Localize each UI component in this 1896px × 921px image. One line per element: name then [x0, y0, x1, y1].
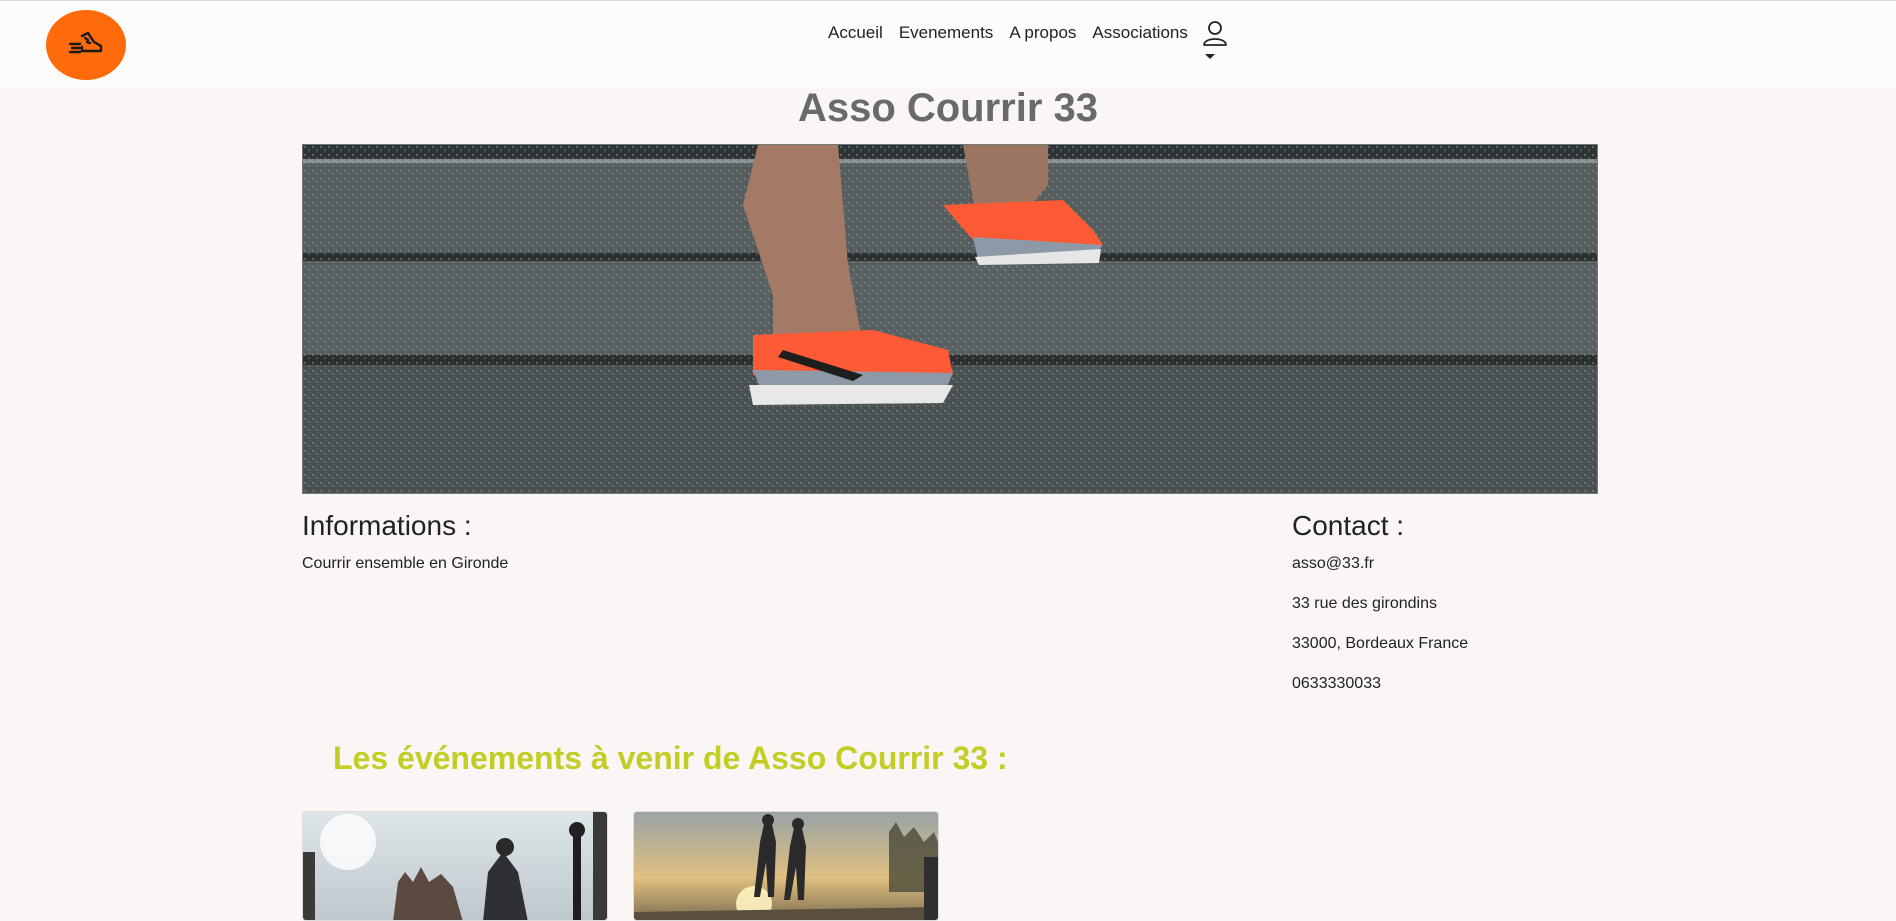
- caret-down-icon: [1205, 54, 1215, 59]
- contact-heading: Contact :: [1292, 510, 1405, 541]
- event-card[interactable]: [302, 811, 608, 921]
- contact-city: 33000, Bordeaux France: [1292, 635, 1469, 652]
- informations-text: Courrir ensemble en Gironde: [302, 555, 509, 572]
- nav-a-propos[interactable]: A propos: [1001, 23, 1084, 43]
- nav-accueil[interactable]: Accueil: [820, 23, 891, 43]
- event-card[interactable]: [633, 811, 939, 921]
- nav-evenements[interactable]: Evenements: [891, 23, 1002, 43]
- contact-phone: 0633330033: [1292, 675, 1381, 692]
- logo-button[interactable]: [46, 10, 126, 80]
- page-title: Asso Courrir 33: [797, 86, 1099, 130]
- event-image: [303, 812, 607, 920]
- nav-associations[interactable]: Associations: [1084, 23, 1195, 43]
- user-icon: [1203, 21, 1227, 46]
- events-heading: Les événements à venir de Asso Courrir 3…: [333, 740, 1008, 776]
- event-image: [634, 812, 938, 920]
- informations-heading: Informations :: [302, 510, 472, 541]
- contact-email: asso@33.fr: [1292, 555, 1375, 572]
- hero-image: [302, 144, 1598, 494]
- running-shoe-logo-icon: [68, 31, 103, 54]
- contact-street: 33 rue des girondins: [1292, 595, 1437, 612]
- navbar: Accueil Evenements A propos Associations: [0, 1, 1896, 87]
- nav-links: Accueil Evenements A propos Associations: [820, 23, 1196, 43]
